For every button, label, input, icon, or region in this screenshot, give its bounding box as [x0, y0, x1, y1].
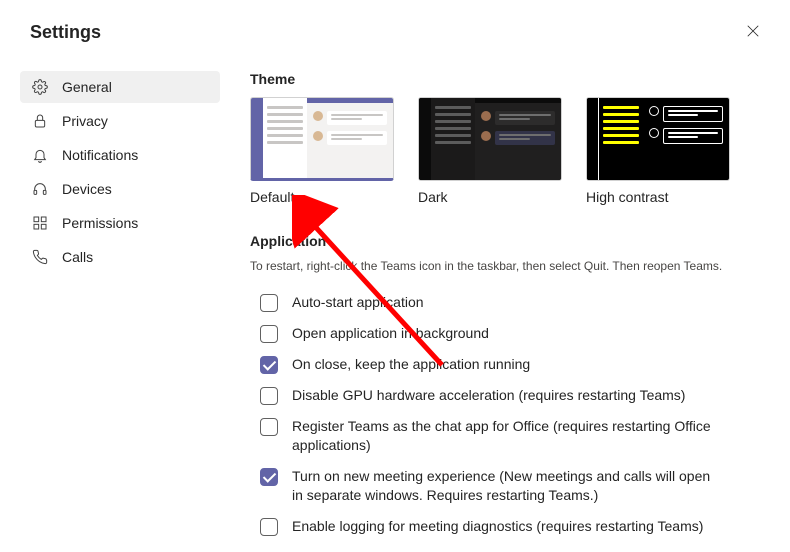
option-new-meeting-experience[interactable]: Turn on new meeting experience (New meet…	[250, 461, 766, 511]
theme-option-high-contrast[interactable]: High contrast	[586, 97, 730, 205]
theme-thumbnail-default	[250, 97, 394, 181]
phone-icon	[32, 249, 48, 265]
option-register-chat-app[interactable]: Register Teams as the chat app for Offic…	[250, 411, 766, 461]
option-label: Enable logging for meeting diagnostics (…	[292, 517, 703, 536]
option-label: Disable GPU hardware acceleration (requi…	[292, 386, 685, 405]
theme-options: Default Dark	[250, 97, 766, 205]
option-auto-start[interactable]: Auto-start application	[250, 287, 766, 318]
lock-icon	[32, 113, 48, 129]
checkbox[interactable]	[260, 325, 278, 343]
page-title: Settings	[30, 22, 101, 43]
sidebar-item-label: Permissions	[62, 215, 138, 231]
settings-main: Theme Default	[220, 71, 790, 542]
option-label: Auto-start application	[292, 293, 424, 312]
sidebar-item-label: Calls	[62, 249, 93, 265]
bell-icon	[32, 147, 48, 163]
sidebar-item-devices[interactable]: Devices	[20, 173, 220, 205]
sidebar-item-general[interactable]: General	[20, 71, 220, 103]
apps-icon	[32, 215, 48, 231]
close-icon	[746, 24, 760, 41]
sidebar-item-notifications[interactable]: Notifications	[20, 139, 220, 171]
checkbox[interactable]	[260, 468, 278, 486]
theme-thumbnail-dark	[418, 97, 562, 181]
sidebar-item-label: Privacy	[62, 113, 108, 129]
option-open-background[interactable]: Open application in background	[250, 318, 766, 349]
option-label: Open application in background	[292, 324, 489, 343]
theme-label: Dark	[418, 189, 562, 205]
sidebar-item-label: Devices	[62, 181, 112, 197]
sidebar-item-label: Notifications	[62, 147, 138, 163]
application-hint: To restart, right-click the Teams icon i…	[250, 259, 766, 273]
checkbox[interactable]	[260, 418, 278, 436]
checkbox[interactable]	[260, 518, 278, 536]
option-label: Register Teams as the chat app for Offic…	[292, 417, 722, 455]
checkbox[interactable]	[260, 356, 278, 374]
option-disable-gpu[interactable]: Disable GPU hardware acceleration (requi…	[250, 380, 766, 411]
settings-header: Settings	[0, 0, 790, 71]
sidebar-item-privacy[interactable]: Privacy	[20, 105, 220, 137]
option-diagnostic-logging[interactable]: Enable logging for meeting diagnostics (…	[250, 511, 766, 542]
theme-option-dark[interactable]: Dark	[418, 97, 562, 205]
option-label: On close, keep the application running	[292, 355, 530, 374]
headset-icon	[32, 181, 48, 197]
application-section-title: Application	[250, 233, 766, 249]
close-button[interactable]	[740, 18, 766, 47]
checkbox[interactable]	[260, 294, 278, 312]
theme-label: Default	[250, 189, 394, 205]
sidebar-item-label: General	[62, 79, 112, 95]
settings-sidebar: General Privacy Notifications Devices Pe…	[20, 71, 220, 542]
theme-section-title: Theme	[250, 71, 766, 87]
option-keep-running[interactable]: On close, keep the application running	[250, 349, 766, 380]
theme-label: High contrast	[586, 189, 730, 205]
sidebar-item-permissions[interactable]: Permissions	[20, 207, 220, 239]
option-label: Turn on new meeting experience (New meet…	[292, 467, 722, 505]
sidebar-item-calls[interactable]: Calls	[20, 241, 220, 273]
theme-option-default[interactable]: Default	[250, 97, 394, 205]
theme-thumbnail-high-contrast	[586, 97, 730, 181]
checkbox[interactable]	[260, 387, 278, 405]
gear-icon	[32, 79, 48, 95]
